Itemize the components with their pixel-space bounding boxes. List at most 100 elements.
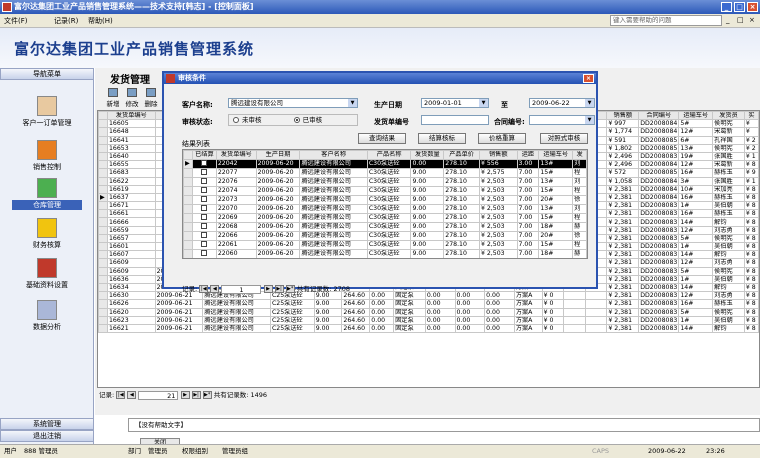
- result-cell[interactable]: 2009-06-20: [255, 194, 301, 205]
- table-cell[interactable]: ¥ 9: [743, 168, 759, 178]
- table-cell[interactable]: 9.00: [313, 299, 343, 309]
- table-cell[interactable]: 12#: [678, 127, 714, 137]
- row-selector[interactable]: [98, 291, 108, 301]
- table-cell[interactable]: 5#: [678, 119, 714, 129]
- result-cell[interactable]: 278.10: [443, 212, 480, 223]
- result-cell[interactable]: 7.00: [516, 221, 540, 232]
- table-cell[interactable]: 0.00: [484, 291, 515, 301]
- table-cell[interactable]: DD2008084: [638, 184, 680, 194]
- settled-checkbox[interactable]: [201, 241, 208, 247]
- result-cell[interactable]: 0.00: [410, 158, 445, 169]
- table-cell[interactable]: 16634: [106, 282, 156, 293]
- result-cell[interactable]: 9.00: [410, 194, 445, 205]
- menu-record[interactable]: 记录(R): [54, 16, 78, 26]
- table-cell[interactable]: 方案A: [513, 299, 543, 309]
- table-cell[interactable]: DD2008083: [638, 274, 680, 284]
- sidebar-item-data-analysis[interactable]: 数据分析: [0, 300, 94, 332]
- table-cell[interactable]: ¥: [743, 119, 759, 129]
- table-cell[interactable]: 16636: [106, 274, 156, 284]
- result-cell[interactable]: 7.00: [516, 248, 540, 258]
- table-cell[interactable]: 16623: [106, 315, 156, 325]
- result-cell[interactable]: [191, 194, 217, 205]
- row-selector[interactable]: [98, 151, 108, 162]
- settled-checkbox[interactable]: [201, 205, 208, 211]
- result-cell[interactable]: 2009-06-20: [255, 248, 301, 258]
- table-cell[interactable]: ¥ 8: [743, 241, 759, 252]
- row-selector[interactable]: ▶: [98, 192, 108, 203]
- result-cell[interactable]: 7.00: [516, 167, 540, 178]
- table-cell[interactable]: ¥ 2,381: [606, 282, 640, 293]
- result-column-header[interactable]: 运距: [516, 150, 540, 160]
- table-cell[interactable]: 9.00: [313, 307, 343, 317]
- table-cell[interactable]: 0.00: [454, 299, 486, 309]
- result-cell[interactable]: C30泵送砼: [366, 185, 412, 196]
- table-cell[interactable]: 解钧: [712, 217, 745, 227]
- radio-unreviewed[interactable]: 未审核: [233, 116, 262, 124]
- result-cell[interactable]: 15#: [538, 212, 574, 223]
- result-cell[interactable]: 腾远建设有限公司: [299, 185, 368, 196]
- result-cell[interactable]: [191, 221, 217, 232]
- result-cell[interactable]: 9.00: [410, 239, 445, 250]
- row-selector[interactable]: [98, 201, 108, 211]
- table-cell[interactable]: 方案A: [513, 307, 543, 317]
- table-cell[interactable]: ¥ 1: [743, 151, 759, 162]
- table-cell[interactable]: DD2008083: [638, 217, 680, 227]
- table-cell[interactable]: ¥ 8: [743, 217, 759, 227]
- result-cell[interactable]: 20#: [538, 257, 574, 258]
- row-selector[interactable]: [98, 127, 108, 137]
- table-cell[interactable]: 赫栋玉: [712, 168, 745, 178]
- table-cell[interactable]: ¥ 2,381: [606, 184, 640, 194]
- row-selector[interactable]: [98, 323, 108, 334]
- table-cell[interactable]: 16619: [106, 184, 156, 194]
- result-row[interactable]: 22068 2009-06-20 腾远建设有限公司 C30泵送砼 9.00 278.10 ¥…: [183, 221, 587, 232]
- table-cell[interactable]: 宋葛新: [712, 127, 745, 137]
- table-cell[interactable]: 0.00: [424, 299, 456, 309]
- result-cell[interactable]: C30泵送砼: [366, 194, 412, 205]
- result-cell[interactable]: 程: [572, 185, 587, 196]
- table-cell[interactable]: 赫栋玉: [712, 209, 745, 219]
- table-cell[interactable]: 赫栋玉: [712, 299, 745, 309]
- table-cell[interactable]: 0.00: [454, 307, 486, 317]
- table-cell[interactable]: ¥ 0: [541, 315, 565, 325]
- result-cell[interactable]: 278.10: [443, 203, 480, 214]
- table-cell[interactable]: 14#: [678, 282, 714, 293]
- result-cell[interactable]: C30泵送砼: [366, 239, 412, 250]
- result-cell[interactable]: ¥ 2,503: [478, 257, 518, 258]
- result-cell[interactable]: C30泵送砼: [366, 212, 412, 223]
- table-cell[interactable]: 16666: [106, 217, 156, 227]
- last-page-button[interactable]: ▶|: [191, 391, 201, 399]
- settled-checkbox[interactable]: [201, 160, 208, 166]
- result-column-header[interactable]: 发货数量: [410, 150, 445, 160]
- table-cell[interactable]: 16622: [106, 176, 156, 186]
- row-selector[interactable]: [98, 217, 108, 227]
- table-cell[interactable]: 0.00: [454, 315, 486, 325]
- inner-restore-button[interactable]: □: [737, 16, 744, 24]
- table-cell[interactable]: [584, 299, 608, 309]
- table-cell[interactable]: DD2008083: [638, 282, 680, 293]
- row-selector[interactable]: [98, 119, 108, 129]
- table-cell[interactable]: ¥ 8: [743, 274, 759, 284]
- row-selector[interactable]: [183, 203, 193, 214]
- result-cell[interactable]: 2009-06-20: [255, 176, 301, 187]
- table-cell[interactable]: C25泵送砼: [269, 315, 315, 325]
- result-row[interactable]: 22060 2009-06-20 腾远建设有限公司 C30泵送砼 9.00 278.10 ¥…: [183, 248, 587, 258]
- grid-column-header[interactable]: 发货员: [712, 111, 745, 121]
- table-cell[interactable]: ¥ 8: [743, 250, 759, 260]
- table-cell[interactable]: 吴伯朝: [712, 274, 745, 284]
- result-cell[interactable]: 13#: [538, 158, 574, 169]
- result-cell[interactable]: 2009-06-20: [255, 230, 301, 241]
- settled-checkbox[interactable]: [201, 169, 208, 175]
- row-selector[interactable]: [98, 274, 108, 284]
- result-cell[interactable]: 22068: [215, 221, 257, 232]
- table-cell[interactable]: ¥ 2,381: [606, 233, 640, 244]
- table-cell[interactable]: ¥ 8: [743, 201, 759, 211]
- sidebar-item-finance[interactable]: 财务核算: [0, 218, 94, 250]
- sidebar-item-warehouse[interactable]: 仓库管理: [0, 178, 94, 210]
- table-row[interactable]: 16621 2009-06-21 腾远建设有限公司 C25泵送砼 9.00 264.60 0…: [98, 323, 759, 334]
- result-cell[interactable]: 7.00: [516, 203, 540, 214]
- table-cell[interactable]: [584, 291, 608, 301]
- table-cell[interactable]: 5#: [678, 307, 714, 317]
- row-selector[interactable]: [98, 143, 108, 153]
- result-cell[interactable]: 程: [572, 239, 587, 250]
- compare-review-button[interactable]: 对照式审核: [540, 133, 588, 144]
